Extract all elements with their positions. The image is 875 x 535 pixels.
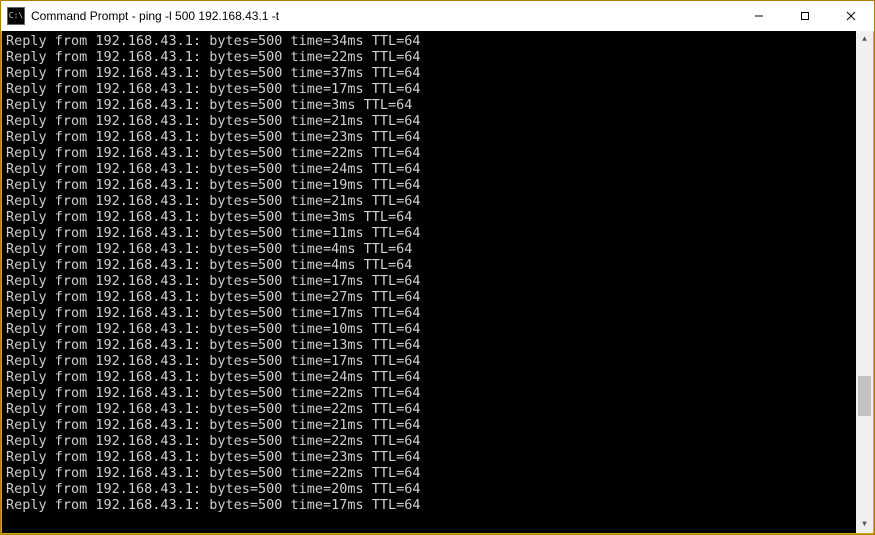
minimize-button[interactable] bbox=[736, 1, 782, 31]
titlebar[interactable]: C:\ Command Prompt - ping -l 500 192.168… bbox=[1, 1, 874, 32]
close-icon bbox=[846, 11, 856, 21]
vertical-scrollbar[interactable]: ▲ ▼ bbox=[856, 31, 873, 533]
client-area: Reply from 192.168.43.1: bytes=500 time=… bbox=[2, 31, 873, 533]
window-title: Command Prompt - ping -l 500 192.168.43.… bbox=[31, 9, 736, 23]
window-frame: C:\ Command Prompt - ping -l 500 192.168… bbox=[0, 0, 875, 535]
scroll-track[interactable] bbox=[856, 48, 873, 516]
terminal-output[interactable]: Reply from 192.168.43.1: bytes=500 time=… bbox=[2, 31, 856, 533]
app-icon-wrap: C:\ bbox=[1, 7, 31, 25]
scroll-up-arrow[interactable]: ▲ bbox=[856, 31, 873, 48]
maximize-button[interactable] bbox=[782, 1, 828, 31]
command-prompt-icon-text: C:\ bbox=[9, 12, 23, 20]
minimize-icon bbox=[754, 11, 764, 21]
window-controls bbox=[736, 1, 874, 31]
scroll-thumb[interactable] bbox=[858, 376, 871, 416]
command-prompt-icon: C:\ bbox=[7, 7, 25, 25]
close-button[interactable] bbox=[828, 1, 874, 31]
maximize-icon bbox=[800, 11, 810, 21]
scroll-down-arrow[interactable]: ▼ bbox=[856, 516, 873, 533]
